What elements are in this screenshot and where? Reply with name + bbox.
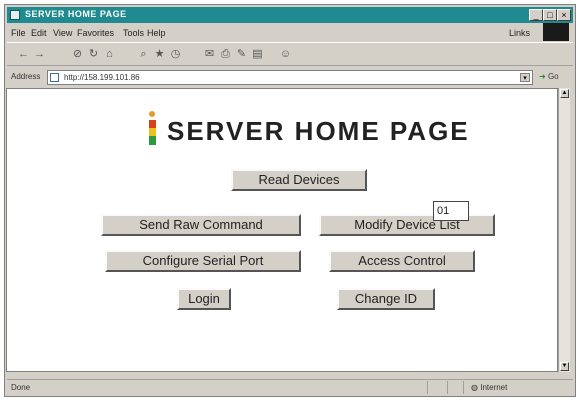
- page-title: SERVER HOME PAGE: [167, 116, 470, 146]
- scroll-up-icon[interactable]: ▲: [560, 89, 569, 98]
- links-menu[interactable]: Links: [509, 28, 530, 38]
- menu-help[interactable]: Help: [147, 28, 166, 38]
- go-label: Go: [547, 72, 559, 81]
- address-label: Address: [11, 72, 41, 81]
- status-bar: Done ◍ Internet: [7, 379, 573, 395]
- change-id-button[interactable]: Change ID: [337, 288, 435, 310]
- scroll-down-icon[interactable]: ▼: [560, 362, 569, 371]
- page-content: SERVER HOME PAGE Read Devices Send Raw C…: [6, 88, 558, 372]
- id-input[interactable]: 01: [433, 201, 469, 221]
- go-button[interactable]: ➜ Go: [539, 72, 559, 81]
- status-divider: [463, 381, 464, 394]
- menu-favorites[interactable]: Favorites: [77, 28, 114, 38]
- menu-view[interactable]: View: [53, 28, 72, 38]
- throbber-logo: [543, 23, 569, 41]
- traffic-light-logo-icon: [147, 111, 159, 145]
- toolbar: ← → ⊘ ↻ ⌂ ⌕ ★ ◷ ✉ ⎙ ✎ ▤ ☺: [7, 42, 573, 66]
- vertical-scrollbar[interactable]: ▲ ▼: [558, 88, 570, 372]
- page-icon: [50, 73, 59, 82]
- status-text: Done: [11, 383, 31, 392]
- mail-icon[interactable]: ✉: [203, 48, 216, 60]
- address-input[interactable]: http://158.199.101.86 ▾: [47, 70, 533, 85]
- window-title: SERVER HOME PAGE: [25, 9, 127, 19]
- search-icon[interactable]: ⌕: [137, 48, 150, 60]
- edit-icon[interactable]: ✎: [235, 48, 248, 60]
- title-bar: SERVER HOME PAGE _ □ ×: [7, 7, 573, 23]
- login-button[interactable]: Login: [177, 288, 231, 310]
- discuss-icon[interactable]: ▤: [251, 48, 264, 60]
- address-url: http://158.199.101.86: [64, 73, 140, 82]
- maximize-button[interactable]: □: [543, 9, 557, 21]
- minimize-button[interactable]: _: [529, 9, 543, 21]
- status-divider: [427, 381, 428, 394]
- menu-tools[interactable]: Tools: [123, 28, 144, 38]
- status-divider: [447, 381, 448, 394]
- globe-icon: ◍: [471, 383, 478, 392]
- address-bar: Address http://158.199.101.86 ▾ ➜ Go: [7, 68, 573, 88]
- print-icon[interactable]: ⎙: [219, 48, 232, 60]
- menu-bar: File Edit View Favorites Tools Help Link…: [7, 25, 573, 41]
- zone-indicator: ◍ Internet: [471, 383, 507, 392]
- ie-app-icon: [10, 10, 20, 20]
- address-dropdown-icon[interactable]: ▾: [520, 73, 530, 82]
- menu-edit[interactable]: Edit: [31, 28, 47, 38]
- messenger-icon[interactable]: ☺: [279, 48, 292, 60]
- back-icon[interactable]: ←: [17, 48, 30, 60]
- refresh-icon[interactable]: ↻: [87, 48, 100, 60]
- read-devices-button[interactable]: Read Devices: [231, 169, 367, 191]
- favorites-icon[interactable]: ★: [153, 48, 166, 60]
- forward-icon[interactable]: →: [33, 48, 46, 60]
- access-control-button[interactable]: Access Control: [329, 250, 475, 272]
- configure-serial-port-button[interactable]: Configure Serial Port: [105, 250, 301, 272]
- stop-icon[interactable]: ⊘: [71, 48, 84, 60]
- menu-file[interactable]: File: [11, 28, 26, 38]
- zone-label: Internet: [480, 383, 508, 392]
- history-icon[interactable]: ◷: [169, 48, 182, 60]
- home-icon[interactable]: ⌂: [103, 48, 116, 60]
- send-raw-command-button[interactable]: Send Raw Command: [101, 214, 301, 236]
- close-button[interactable]: ×: [557, 9, 571, 21]
